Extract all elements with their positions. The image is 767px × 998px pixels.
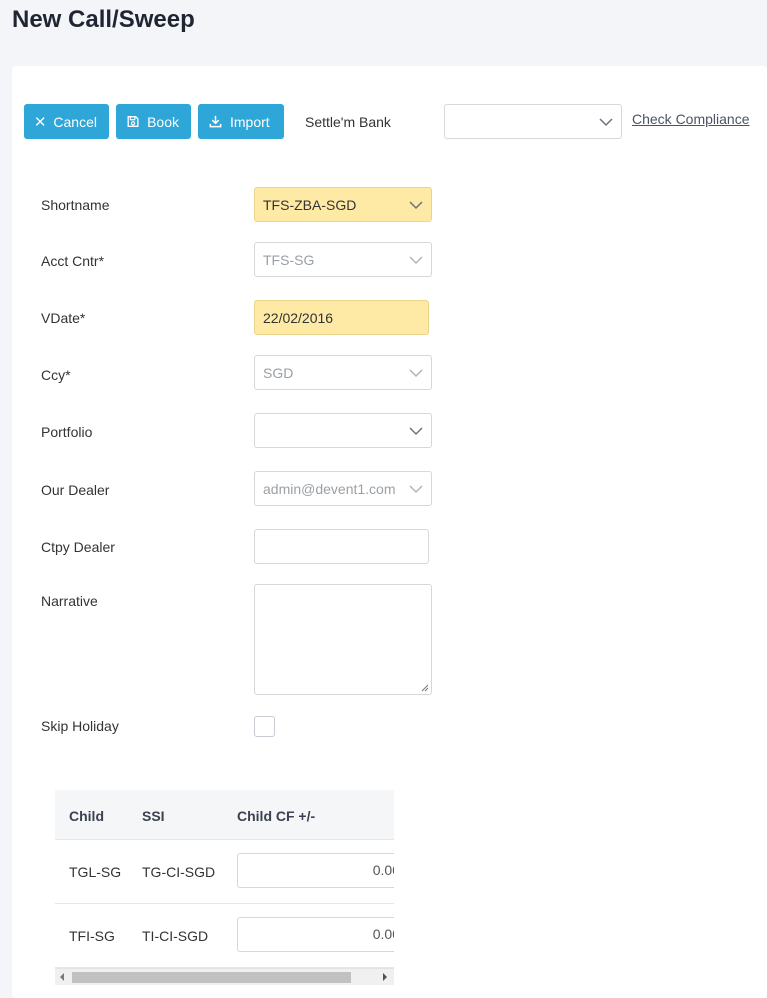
horizontal-scrollbar[interactable]: [55, 968, 394, 985]
table-row: TFI-SG TI-CI-SGD 0.00: [55, 904, 394, 968]
chevron-down-icon: [409, 426, 423, 435]
chevron-down-icon: [409, 200, 423, 209]
scrollbar-thumb[interactable]: [72, 972, 351, 983]
grid-header: Child SSI Child CF +/-: [55, 790, 394, 840]
table-row: TGL-SG TG-CI-SGD 0.00: [55, 840, 394, 904]
cell-ssi: TI-CI-SGD: [142, 928, 209, 944]
page-title: New Call/Sweep: [12, 6, 195, 33]
skip-holiday-label: Skip Holiday: [41, 718, 119, 734]
column-header-child[interactable]: Child: [69, 808, 104, 824]
cell-child: TGL-SG: [69, 864, 122, 880]
cell-ssi: TG-CI-SGD: [142, 864, 216, 880]
book-button-label: Book: [147, 113, 179, 130]
ccy-value: SGD: [263, 364, 294, 381]
narrative-textarea[interactable]: [254, 584, 432, 695]
scroll-left-icon[interactable]: [60, 973, 64, 981]
scroll-right-icon[interactable]: [383, 973, 387, 981]
our-dealer-label: Our Dealer: [41, 482, 110, 498]
our-dealer-select[interactable]: admin@devent1.com: [254, 471, 432, 506]
ccy-select[interactable]: SGD: [254, 355, 432, 390]
children-grid: Child SSI Child CF +/- TGL-SG TG-CI-SGD …: [55, 790, 394, 985]
child-cf-input[interactable]: 0.00: [237, 853, 394, 888]
our-dealer-value: admin@devent1.com: [263, 480, 396, 497]
ccy-label: Ccy*: [41, 367, 71, 383]
import-button-label: Import: [230, 113, 270, 130]
save-icon: [127, 116, 139, 127]
portfolio-label: Portfolio: [41, 424, 93, 440]
ctpy-dealer-label: Ctpy Dealer: [41, 539, 115, 555]
cancel-button-label: Cancel: [53, 113, 97, 130]
check-compliance-link[interactable]: Check Compliance: [632, 111, 750, 127]
acct-cntr-value: TFS-SG: [263, 251, 315, 268]
acct-cntr-select[interactable]: TFS-SG: [254, 242, 432, 277]
acct-cntr-label: Acct Cntr*: [41, 253, 105, 269]
chevron-down-icon: [409, 255, 423, 264]
download-icon: [209, 115, 222, 128]
vdate-label: VDate*: [41, 310, 86, 326]
settle-bank-label: Settle'm Bank: [305, 114, 391, 130]
cancel-button[interactable]: Cancel: [24, 104, 109, 139]
settle-bank-select[interactable]: [444, 104, 622, 139]
chevron-down-icon: [599, 117, 613, 126]
cell-child: TFI-SG: [69, 928, 115, 944]
column-header-ssi[interactable]: SSI: [142, 808, 165, 824]
portfolio-select[interactable]: [254, 413, 432, 448]
chevron-down-icon: [409, 368, 423, 377]
shortname-select[interactable]: TFS-ZBA-SGD: [254, 187, 432, 222]
book-button[interactable]: Book: [116, 104, 191, 139]
narrative-label: Narrative: [41, 593, 98, 609]
column-header-child-cf[interactable]: Child CF +/-: [237, 808, 315, 824]
chevron-down-icon: [409, 484, 423, 493]
import-button[interactable]: Import: [198, 104, 284, 139]
shortname-value: TFS-ZBA-SGD: [263, 196, 357, 213]
resize-grip-icon[interactable]: [421, 684, 429, 692]
child-cf-input[interactable]: 0.00: [237, 917, 394, 952]
vdate-input[interactable]: 22/02/2016: [254, 300, 429, 335]
close-icon: [35, 117, 45, 126]
skip-holiday-checkbox[interactable]: [254, 716, 275, 737]
ctpy-dealer-input[interactable]: [254, 529, 429, 564]
shortname-label: Shortname: [41, 197, 110, 213]
